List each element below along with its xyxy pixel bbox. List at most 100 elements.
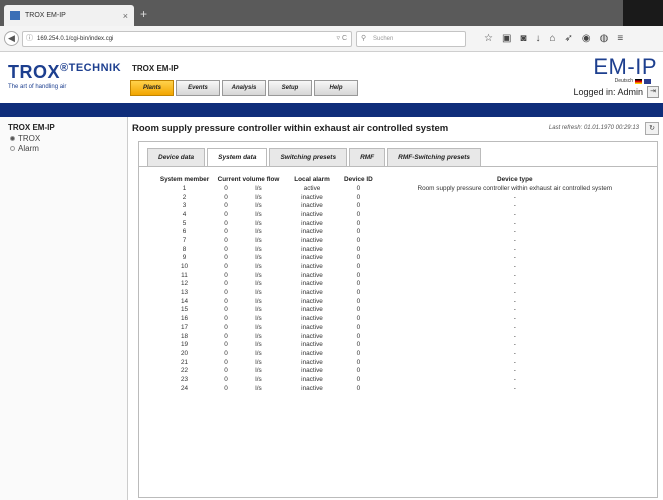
cell-unit: l/s [255, 254, 262, 262]
toolbar-icon[interactable]: ◙ [520, 33, 526, 45]
cell-device-type: - [513, 306, 516, 314]
cell-local-alarm: inactive [301, 306, 323, 314]
cell-system-member: 24 [180, 384, 189, 392]
cell-device-type: - [513, 289, 516, 297]
trox-logo: TROX®TECHNIK The art of handling air [8, 62, 121, 90]
tab-rmf[interactable]: RMF [349, 148, 386, 166]
cell-volume-flow: 0 [224, 315, 228, 323]
german-flag-icon[interactable] [635, 78, 642, 84]
table-row: 23 0 l/s inactive 0 - [153, 375, 656, 384]
close-tab-icon[interactable]: × [123, 11, 128, 21]
table-row: 7 0 l/s inactive 0 - [153, 236, 656, 245]
tab-system-data[interactable]: System data [207, 148, 268, 167]
radio-icon[interactable] [10, 146, 15, 151]
toolbar-icon[interactable]: ➶ [565, 33, 573, 45]
cell-device-type: - [513, 367, 516, 375]
cell-local-alarm: inactive [301, 358, 323, 366]
uk-flag-icon[interactable] [644, 78, 651, 84]
cell-device-type: - [513, 202, 516, 210]
browser-toolbar-icons: ☆ ▣ ◙ ↓ ⌂ ➶ ◉ ◍ ≡ [484, 33, 623, 45]
cell-system-member: 6 [182, 228, 187, 236]
cell-system-member: 5 [182, 219, 187, 227]
new-tab-button[interactable]: + [140, 8, 147, 20]
cell-device-id: 0 [356, 193, 361, 201]
toolbar-icon[interactable]: ▣ [502, 33, 511, 45]
table-row: 17 0 l/s inactive 0 - [153, 323, 656, 332]
tab-switching-presets[interactable]: Switching presets [269, 148, 348, 166]
cell-unit: l/s [255, 349, 262, 357]
cell-device-id: 0 [356, 228, 361, 236]
reload-icon[interactable]: ▿ C [336, 32, 347, 46]
cell-unit: l/s [255, 228, 262, 236]
menu-help[interactable]: Help [314, 80, 358, 96]
menu-events[interactable]: Events [176, 80, 220, 96]
cell-unit: l/s [255, 184, 262, 192]
table-row: 10 0 l/s inactive 0 - [153, 262, 656, 271]
cell-system-member: 12 [180, 280, 189, 288]
cell-device-type: - [513, 315, 516, 323]
table-row: 13 0 l/s inactive 0 - [153, 288, 656, 297]
toolbar-icon[interactable]: ⌂ [549, 33, 555, 45]
cell-device-id: 0 [356, 358, 361, 366]
cell-unit: l/s [255, 263, 262, 271]
table-row: 6 0 l/s inactive 0 - [153, 227, 656, 236]
toolbar-icon[interactable]: ◍ [600, 33, 609, 45]
menu-setup[interactable]: Setup [268, 80, 312, 96]
cell-unit: l/s [255, 297, 262, 305]
language-selector[interactable]: Deutsch [615, 78, 651, 84]
logout-button[interactable]: ⇥ [647, 86, 659, 98]
col-device-id: Device ID [344, 176, 373, 183]
col-system-member: System member [159, 176, 210, 183]
cell-device-type: - [513, 210, 516, 218]
table-row: 19 0 l/s inactive 0 - [153, 340, 656, 349]
cell-volume-flow: 0 [224, 289, 228, 297]
menu-plants[interactable]: Plants [130, 80, 174, 96]
table-row: 8 0 l/s inactive 0 - [153, 245, 656, 254]
cell-device-type: - [513, 245, 516, 253]
cell-local-alarm: inactive [301, 193, 323, 201]
cell-system-member: 2 [182, 193, 187, 201]
sidebar-item-trox[interactable]: TROX [10, 134, 119, 143]
cell-volume-flow: 0 [224, 280, 228, 288]
refresh-button[interactable]: ↻ [645, 122, 659, 135]
toolbar-icon[interactable]: ◉ [582, 33, 591, 45]
browser-nav-bar: ◀ ⓘ 169.254.0.1/cgi-bin/index.cgi ▿ C ⚲ … [0, 26, 663, 52]
url-text: 169.254.0.1/cgi-bin/index.cgi [37, 36, 114, 42]
back-button[interactable]: ◀ [4, 31, 19, 46]
cell-local-alarm: inactive [301, 271, 323, 279]
cell-volume-flow: 0 [224, 254, 228, 262]
tab-rmf-switching-presets[interactable]: RMF-Switching presets [387, 148, 482, 166]
table-row: 20 0 l/s inactive 0 - [153, 349, 656, 358]
cell-device-id: 0 [356, 332, 361, 340]
sidebar-item-alarm[interactable]: Alarm [10, 144, 119, 153]
cell-volume-flow: 0 [224, 375, 228, 383]
search-input[interactable]: ⚲ Suchen [356, 31, 466, 47]
radio-icon[interactable] [10, 136, 15, 141]
cell-system-member: 7 [182, 236, 187, 244]
menu-analysis[interactable]: Analysis [222, 80, 266, 96]
cell-local-alarm: inactive [301, 263, 323, 271]
cell-local-alarm: inactive [301, 349, 323, 357]
toolbar-icon[interactable]: ☆ [484, 33, 493, 45]
cell-volume-flow: 0 [224, 236, 228, 244]
toolbar-icon[interactable]: ≡ [617, 33, 623, 45]
toolbar-icon[interactable]: ↓ [535, 33, 540, 45]
sidebar-heading: TROX EM-IP [8, 123, 55, 132]
app-header: TROX®TECHNIK The art of handling air TRO… [0, 52, 663, 103]
browser-tab[interactable]: TROX EM-IP × [4, 5, 134, 26]
cell-volume-flow: 0 [224, 358, 228, 366]
cell-device-id: 0 [356, 210, 361, 218]
tab-device-data[interactable]: Device data [147, 148, 206, 166]
cell-unit: l/s [255, 202, 262, 210]
cell-local-alarm: inactive [301, 245, 323, 253]
cell-unit: l/s [255, 271, 262, 279]
logo-mark: ® [60, 62, 69, 74]
cell-volume-flow: 0 [224, 202, 228, 210]
info-icon: ⓘ [26, 35, 33, 42]
cell-system-member: 3 [182, 202, 187, 210]
page-title: Room supply pressure controller within e… [132, 123, 449, 134]
cell-volume-flow: 0 [224, 297, 228, 305]
cell-local-alarm: inactive [301, 280, 323, 288]
url-bar[interactable]: ⓘ 169.254.0.1/cgi-bin/index.cgi ▿ C [22, 31, 352, 47]
cell-volume-flow: 0 [224, 323, 228, 331]
